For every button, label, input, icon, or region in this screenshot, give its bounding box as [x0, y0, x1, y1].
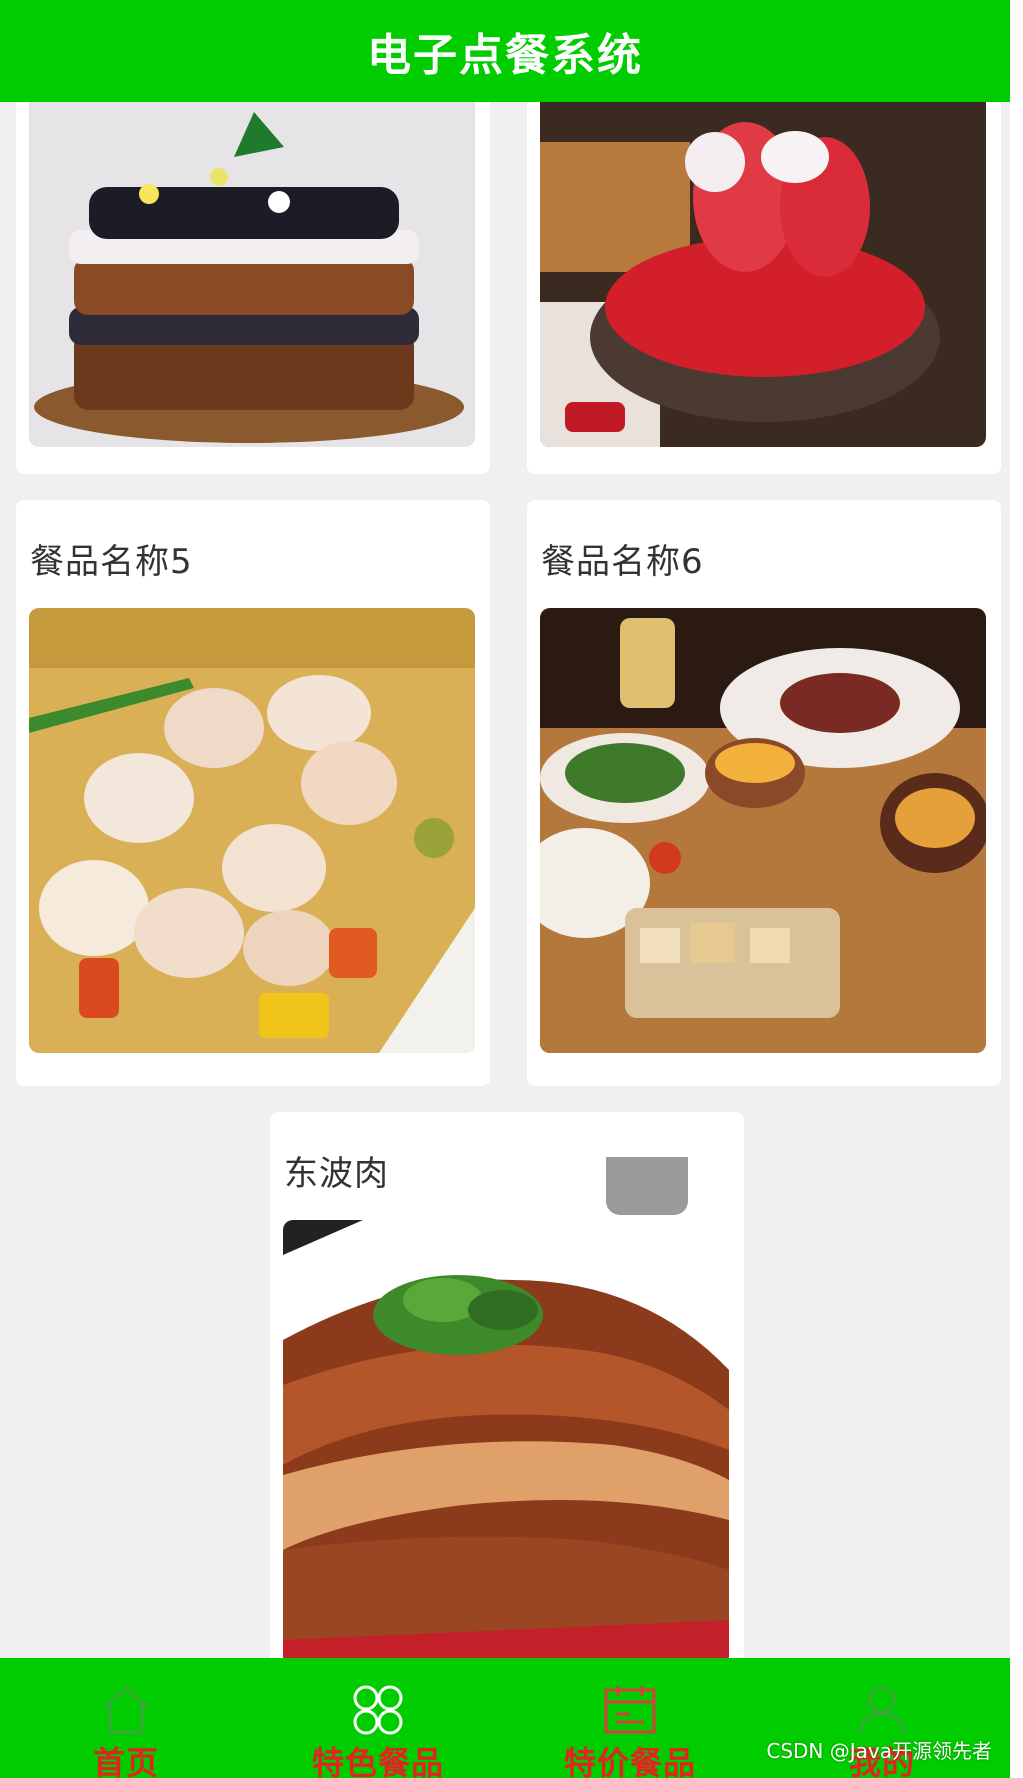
nav-item-special-price[interactable]: 特价餐品 — [504, 1658, 756, 1778]
dish-name: 餐品名称5 — [30, 542, 193, 582]
dish-card[interactable]: 餐品名称6 — [527, 500, 1001, 1086]
home-icon — [96, 1682, 156, 1738]
dish-name: 东波肉 — [284, 1154, 389, 1194]
nav-item-featured[interactable]: 特色餐品 — [252, 1658, 504, 1778]
nav-item-home[interactable]: 首页 — [0, 1658, 252, 1778]
dish-photo-western-dinner-table — [540, 608, 986, 1053]
dish-photo-braised-pork-belly — [283, 1220, 729, 1658]
app-screen: 电子点餐系统 餐品名称5 餐品名称6 东波肉 首页 特色餐品 特价餐品 我的 C… — [0, 0, 1010, 1778]
dish-list[interactable]: 餐品名称5 餐品名称6 东波肉 — [0, 102, 1010, 1658]
dish-photo-shrimp-curry-tray — [29, 608, 475, 1053]
nav-label: 首页 — [92, 1744, 159, 1778]
nav-label: 特价餐品 — [563, 1744, 696, 1778]
watermark: CSDN @Java开源领先者 — [766, 1739, 992, 1763]
calendar-icon — [600, 1682, 660, 1738]
page-title: 电子点餐系统 — [367, 30, 643, 81]
app-header: 电子点餐系统 — [0, 0, 1010, 102]
dish-card[interactable]: 餐品名称5 — [16, 500, 490, 1086]
dish-card[interactable] — [16, 102, 490, 474]
dish-card[interactable] — [527, 102, 1001, 474]
nav-label: 特色餐品 — [311, 1744, 444, 1778]
dish-photo-berry-layer-cake — [29, 102, 475, 447]
dish-photo-strawberry-shaved-ice — [540, 102, 986, 447]
page-edge — [1010, 0, 1023, 1778]
scroll-indicator — [606, 1157, 688, 1215]
dish-name: 餐品名称6 — [541, 542, 704, 582]
user-icon — [852, 1682, 912, 1738]
clover-icon — [348, 1682, 408, 1738]
